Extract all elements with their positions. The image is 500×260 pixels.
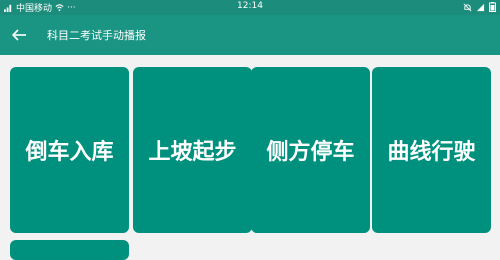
tile-side-parking[interactable]: 侧方停车 — [251, 67, 370, 233]
tile-next-row[interactable] — [10, 240, 129, 260]
tile-hill-start[interactable]: 上坡起步 — [133, 67, 252, 233]
tile-reverse-parking[interactable]: 倒车入库 — [10, 67, 129, 233]
tile-curve-driving[interactable]: 曲线行驶 — [372, 67, 491, 233]
broadcast-grid: 倒车入库 上坡起步 侧方停车 曲线行驶 — [0, 0, 500, 260]
